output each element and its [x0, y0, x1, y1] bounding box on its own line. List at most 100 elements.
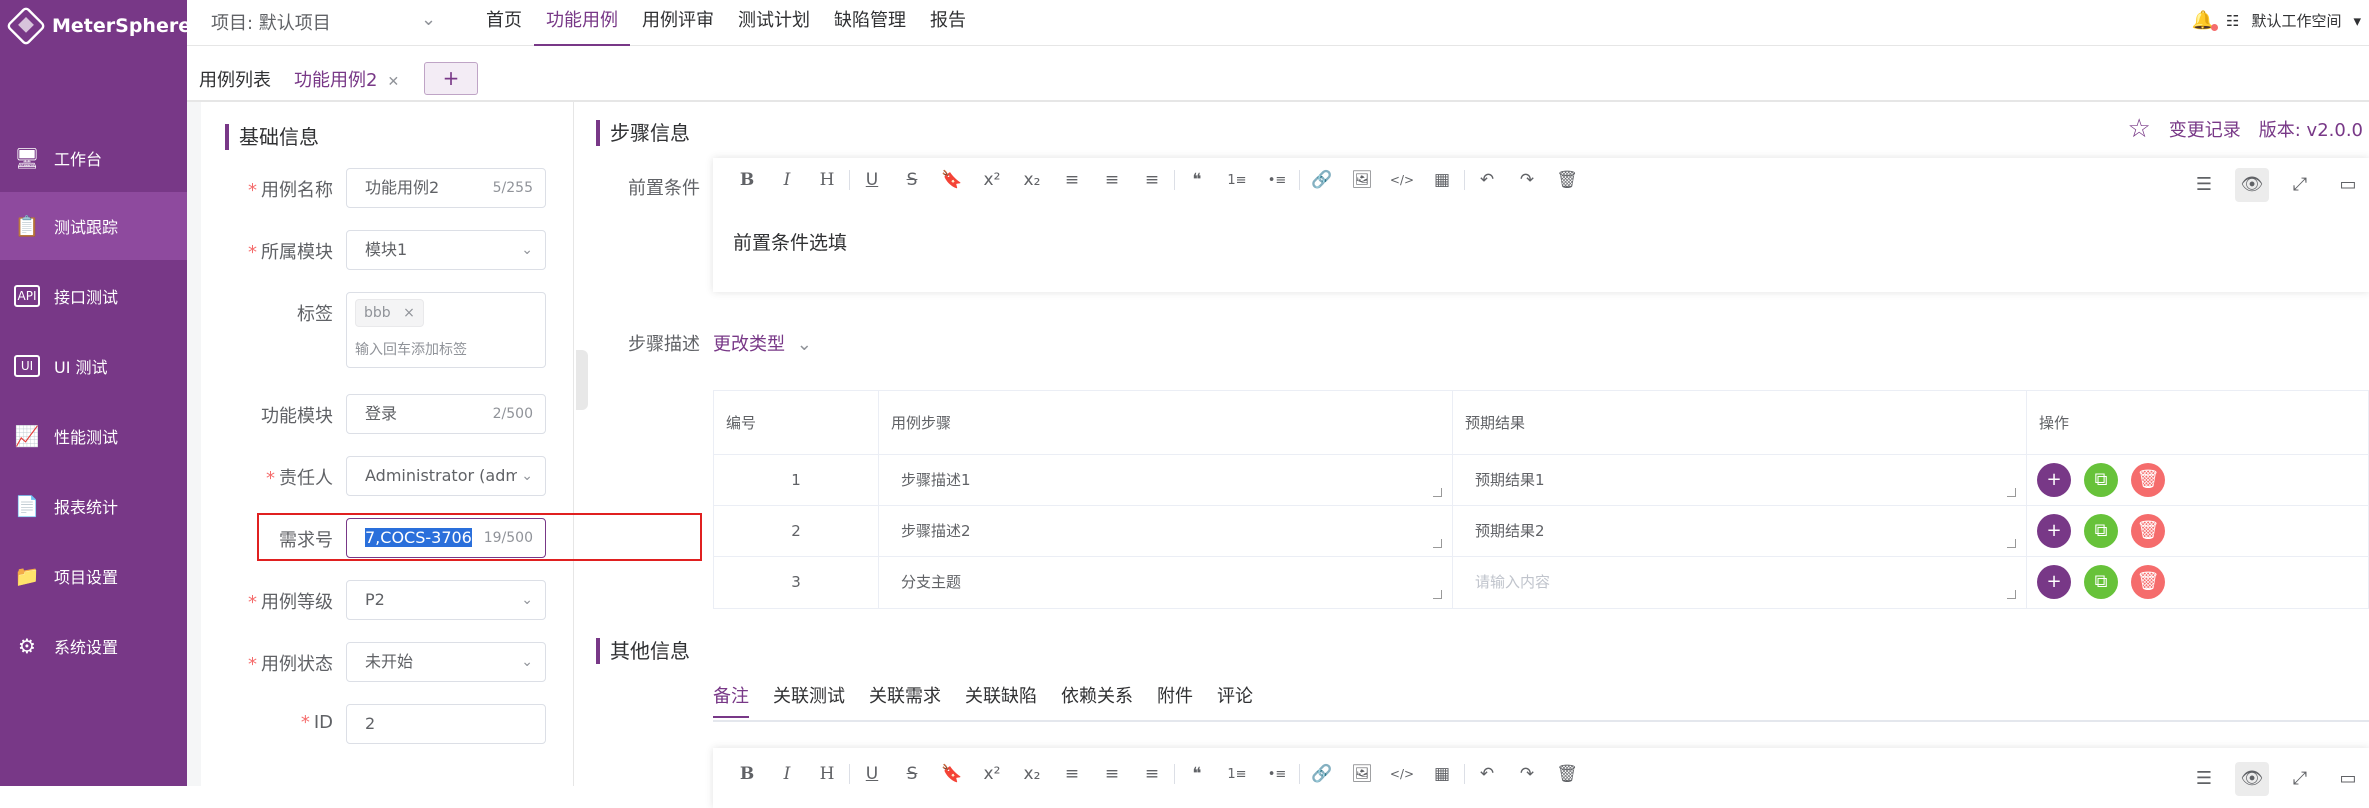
add-step-button[interactable]: +	[2037, 565, 2071, 599]
nav-test-plan[interactable]: 测试计划	[726, 0, 822, 46]
step-input[interactable]: 步骤描述1	[889, 461, 1444, 499]
tab-comment[interactable]: 评论	[1217, 682, 1253, 718]
bell-icon[interactable]: 🔔	[2192, 10, 2219, 31]
add-tab-button[interactable]: +	[424, 62, 478, 95]
case-status-select[interactable]: 未开始 ⌄	[346, 642, 546, 682]
collapse-handle[interactable]	[576, 350, 588, 410]
bold-icon[interactable]: B	[727, 764, 767, 784]
module-select[interactable]: 模块1 ⌄	[346, 230, 546, 270]
italic-icon[interactable]: I	[767, 170, 807, 190]
nav-functional-case[interactable]: 功能用例	[534, 0, 630, 46]
workspace-selector[interactable]: 默认工作空间	[2251, 10, 2341, 31]
heading-icon[interactable]: H	[807, 764, 847, 784]
precondition-text[interactable]: 前置条件选填	[733, 228, 847, 255]
close-icon[interactable]: ✕	[387, 74, 399, 90]
quote-icon[interactable]: ❝	[1177, 764, 1217, 784]
bold-icon[interactable]: B	[727, 170, 767, 190]
case-name-input[interactable]: 功能用例2 5/255	[346, 168, 546, 208]
heading-icon[interactable]: H	[807, 170, 847, 190]
link-icon[interactable]: 🔗	[1302, 170, 1342, 190]
strikethrough-icon[interactable]: S	[892, 764, 932, 784]
delete-step-button[interactable]: 🗑	[2131, 565, 2165, 599]
nav-report[interactable]: 报告	[918, 0, 978, 46]
align-left-icon[interactable]: ≡	[1052, 764, 1092, 784]
copy-step-button[interactable]: ⧉	[2084, 514, 2118, 548]
superscript-icon[interactable]: x²	[972, 170, 1012, 190]
sidebar-item-project-settings[interactable]: 📁 项目设置	[0, 542, 187, 610]
change-log-link[interactable]: 变更记录	[2169, 116, 2241, 142]
tag-close-icon[interactable]: ×	[403, 305, 415, 321]
redo-icon[interactable]: ↷	[1507, 764, 1547, 784]
subscript-icon[interactable]: x₂	[1012, 170, 1052, 190]
add-step-button[interactable]: +	[2037, 463, 2071, 497]
owner-select[interactable]: Administrator (admi ⌄	[346, 456, 546, 496]
project-selector[interactable]: 项目: 默认项目 ⌄	[211, 9, 436, 35]
align-right-icon[interactable]: ≡	[1132, 170, 1172, 190]
step-input[interactable]: 步骤描述2	[889, 512, 1444, 550]
star-icon[interactable]: ☆	[2127, 114, 2150, 144]
sidebar-item-test-track[interactable]: 📋 测试跟踪	[0, 192, 187, 260]
caret-down-icon[interactable]: ▾	[2353, 12, 2361, 30]
preview-toggle-icon[interactable]: 👁	[2235, 168, 2269, 202]
underline-icon[interactable]: U	[852, 170, 892, 190]
fullscreen-icon[interactable]: ⤢	[2283, 762, 2317, 796]
window-icon[interactable]: ▭	[2331, 168, 2365, 202]
nav-case-review[interactable]: 用例评审	[630, 0, 726, 46]
remark-editor[interactable]: B I H U S 🔖 x² x₂ ≡ ≡ ≡ ❝ 1≡ •≡ 🔗 🖼 </> …	[713, 748, 2369, 808]
expected-input[interactable]: 预期结果1	[1463, 461, 2018, 499]
trash-icon[interactable]: 🗑	[1547, 170, 1587, 190]
version-label[interactable]: 版本: v2.0.0	[2259, 116, 2363, 142]
align-right-icon[interactable]: ≡	[1132, 764, 1172, 784]
unordered-list-icon[interactable]: •≡	[1257, 173, 1297, 188]
table-icon[interactable]: ▦	[1422, 764, 1462, 784]
logo[interactable]: MeterSphere	[5, 5, 191, 47]
precondition-editor[interactable]: B I H U S 🔖 x² x₂ ≡ ≡ ≡ ❝ 1≡ •≡ 🔗 🖼 </> …	[713, 158, 2369, 292]
tab-remark[interactable]: 备注	[713, 682, 749, 718]
step-input[interactable]: 分支主题	[889, 563, 1444, 601]
quote-icon[interactable]: ❝	[1177, 170, 1217, 190]
tab-current-case[interactable]: 功能用例2 ✕	[294, 66, 400, 104]
underline-icon[interactable]: U	[852, 764, 892, 784]
trash-icon[interactable]: 🗑	[1547, 764, 1587, 784]
image-icon[interactable]: 🖼	[1342, 170, 1382, 190]
id-input[interactable]: 2	[346, 704, 546, 744]
nav-defect[interactable]: 缺陷管理	[822, 0, 918, 46]
unordered-list-icon[interactable]: •≡	[1257, 767, 1297, 782]
undo-icon[interactable]: ↶	[1467, 764, 1507, 784]
window-icon[interactable]: ▭	[2331, 762, 2365, 796]
code-icon[interactable]: </>	[1382, 173, 1422, 187]
align-center-icon[interactable]: ≡	[1092, 170, 1132, 190]
ordered-list-icon[interactable]: 1≡	[1217, 173, 1257, 188]
sidebar-item-workbench[interactable]: 🖥 工作台	[0, 124, 187, 192]
code-icon[interactable]: </>	[1382, 767, 1422, 781]
ordered-list-icon[interactable]: 1≡	[1217, 767, 1257, 782]
tab-related-test[interactable]: 关联测试	[773, 682, 845, 718]
sidebar-item-system-settings[interactable]: ⚙ 系统设置	[0, 612, 187, 680]
nav-home[interactable]: 首页	[474, 0, 534, 46]
copy-step-button[interactable]: ⧉	[2084, 463, 2118, 497]
undo-icon[interactable]: ↶	[1467, 170, 1507, 190]
sidebar-item-report[interactable]: 📄 报表统计	[0, 472, 187, 540]
function-module-input[interactable]: 登录 2/500	[346, 394, 546, 434]
case-level-select[interactable]: P2 ⌄	[346, 580, 546, 620]
menu-icon[interactable]: ☰	[2187, 762, 2221, 796]
expected-input[interactable]: 请输入内容	[1463, 563, 2018, 601]
italic-icon[interactable]: I	[767, 764, 807, 784]
redo-icon[interactable]: ↷	[1507, 170, 1547, 190]
link-icon[interactable]: 🔗	[1302, 764, 1342, 784]
delete-step-button[interactable]: 🗑	[2131, 463, 2165, 497]
bookmark-icon[interactable]: 🔖	[932, 170, 972, 190]
tag-input[interactable]: bbb × 输入回车添加标签	[346, 292, 546, 368]
tab-related-requirement[interactable]: 关联需求	[869, 682, 941, 718]
superscript-icon[interactable]: x²	[972, 764, 1012, 784]
subscript-icon[interactable]: x₂	[1012, 764, 1052, 784]
fullscreen-icon[interactable]: ⤢	[2283, 168, 2317, 202]
expected-input[interactable]: 预期结果2	[1463, 512, 2018, 550]
sidebar-item-api[interactable]: API 接口测试	[0, 262, 187, 330]
sidebar-item-ui[interactable]: UI UI 测试	[0, 332, 187, 400]
change-type-dropdown[interactable]: 更改类型 ⌄	[713, 330, 812, 356]
align-center-icon[interactable]: ≡	[1092, 764, 1132, 784]
strikethrough-icon[interactable]: S	[892, 170, 932, 190]
preview-toggle-icon[interactable]: 👁	[2235, 762, 2269, 796]
tab-related-defect[interactable]: 关联缺陷	[965, 682, 1037, 718]
